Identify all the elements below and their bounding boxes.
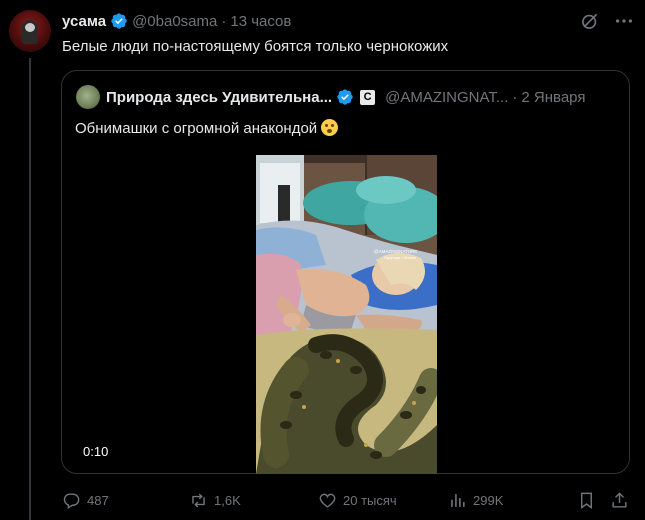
like-count: 20 тысяч <box>343 492 397 508</box>
share-icon <box>612 491 627 508</box>
quote-verified-badge-icon <box>336 88 354 106</box>
author-name[interactable]: усама <box>62 13 106 30</box>
views-chart-icon <box>451 493 465 507</box>
author-avatar[interactable] <box>9 10 51 52</box>
video-watermark-line1: @AMAZINGNATURE <box>374 249 417 254</box>
video-frame: @AMAZINGNATURE Природа • Жизнь <box>256 155 437 474</box>
action-bar: 487 1,6K 20 тысяч 299K <box>62 489 632 511</box>
author-handle[interactable]: @0ba0sama <box>132 13 217 30</box>
like-button[interactable]: 20 тысяч <box>318 489 397 511</box>
quote-affiliate-badge-icon: C <box>360 89 376 105</box>
quote-author-handle[interactable]: @AMAZINGNAT... <box>385 89 508 106</box>
quoted-tweet[interactable]: Природа здесь Удивительна... C @AMAZINGN… <box>61 70 630 474</box>
video-watermark-line2: Природа • Жизнь <box>384 255 416 260</box>
share-button[interactable] <box>610 489 629 511</box>
views-count: 299K <box>473 492 504 508</box>
reply-icon <box>63 492 80 509</box>
video-duration: 0:10 <box>83 444 109 459</box>
bookmark-icon <box>581 492 592 509</box>
repost-icon <box>192 493 205 507</box>
repost-button[interactable]: 1,6K <box>189 489 241 511</box>
thread-line <box>29 58 31 520</box>
quote-text: Обнимашки с огромной анакондой <box>75 119 339 137</box>
quote-author-avatar[interactable] <box>76 85 100 109</box>
reply-count: 487 <box>87 492 109 508</box>
flushed-face-emoji-icon <box>321 119 339 136</box>
views-button[interactable]: 299K <box>448 489 503 511</box>
tweet-time[interactable]: 13 часов <box>230 13 291 30</box>
repost-count: 1,6K <box>214 492 241 508</box>
grok-icon[interactable] <box>580 11 600 31</box>
reply-button[interactable]: 487 <box>62 489 109 511</box>
header-separator: · <box>221 12 227 30</box>
bookmark-button[interactable] <box>577 489 596 511</box>
tweet-text: Белые люди по-настоящему боятся только ч… <box>62 38 449 55</box>
verified-badge-icon <box>110 12 128 30</box>
quote-header: Природа здесь Удивительна... C @AMAZINGN… <box>106 87 585 107</box>
quote-date[interactable]: 2 Января <box>521 89 585 106</box>
tweet-header: усама @0ba0sama · 13 часов <box>62 11 291 31</box>
heart-icon <box>319 493 336 508</box>
quote-author-name[interactable]: Природа здесь Удивительна... <box>106 89 332 106</box>
quote-header-separator: · <box>512 88 518 106</box>
video-player[interactable]: @AMAZINGNATURE Природа • Жизнь <box>256 155 437 474</box>
avatar-face <box>25 23 35 32</box>
quote-text-body: Обнимашки с огромной анакондой <box>75 120 318 137</box>
more-options-icon[interactable] <box>613 11 635 31</box>
